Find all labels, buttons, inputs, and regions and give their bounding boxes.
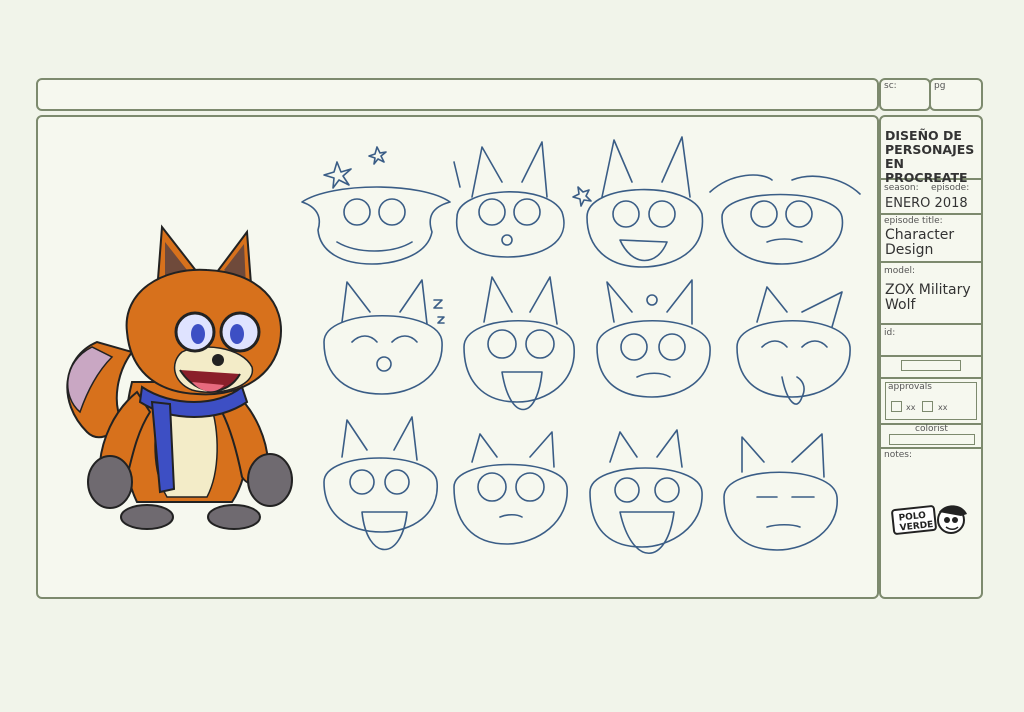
sketch-head-1 (301, 146, 451, 265)
model-label: model: (884, 266, 916, 276)
episode-title-field: episode title: Character Design (881, 215, 981, 263)
sc-label: sc: (884, 81, 897, 91)
colorist-field: colorist (881, 424, 981, 449)
top-title-bar (36, 78, 879, 111)
blank-field (881, 357, 981, 379)
sketch-head-8 (736, 286, 851, 405)
model-value: ZOX Military Wolf (885, 282, 971, 313)
sketch-head-4 (709, 174, 861, 265)
sketch-head-11 (589, 429, 703, 554)
expression-sketches (301, 136, 861, 554)
character-illustration (66, 224, 293, 530)
approval-checkbox-1[interactable] (891, 401, 902, 412)
approvals-box: approvals xx xx (885, 382, 977, 420)
id-label: id: (884, 328, 896, 338)
sketch-head-3 (572, 136, 704, 268)
colorist-label: colorist (915, 424, 948, 434)
colorist-box (889, 434, 975, 445)
model-field: model: ZOX Military Wolf (881, 263, 981, 325)
sc-box: sc: (879, 78, 931, 111)
approvals-field: approvals xx xx (881, 379, 981, 425)
sketch-head-9 (323, 416, 438, 551)
info-panel: DISEÑO DE PERSONAJES EN PROCREATE season… (879, 115, 983, 599)
approvals-label: approvals (888, 382, 932, 392)
notes-label: notes: (884, 450, 912, 460)
episode-label: episode: (931, 183, 970, 193)
approval-checkbox-2[interactable] (922, 401, 933, 412)
sketch-head-10 (453, 431, 568, 545)
approval-2-label: xx (938, 403, 948, 412)
polo-verde-logo: POLO VERDE (891, 502, 971, 538)
season-label: season: (884, 183, 919, 193)
sketch-head-2 (453, 141, 565, 258)
drawing-panel (36, 115, 879, 599)
episode-title-label: episode title: (884, 216, 943, 226)
sketch-head-5 (323, 279, 445, 395)
season-value: ENERO 2018 (885, 196, 968, 211)
season-field: season: episode: ENERO 2018 (881, 180, 981, 215)
blank-box (901, 360, 961, 371)
pg-box: pg (929, 78, 983, 111)
id-field: id: (881, 325, 981, 357)
sketch-head-12 (723, 433, 838, 551)
episode-title-value: Character Design (885, 227, 955, 258)
title-field: DISEÑO DE PERSONAJES EN PROCREATE (881, 117, 981, 185)
pg-label: pg (934, 81, 946, 91)
sketch-head-7 (596, 279, 711, 398)
sketch-head-6 (463, 276, 575, 411)
approval-1-label: xx (906, 403, 916, 412)
course-title: DISEÑO DE PERSONAJES EN PROCREATE (885, 128, 975, 185)
